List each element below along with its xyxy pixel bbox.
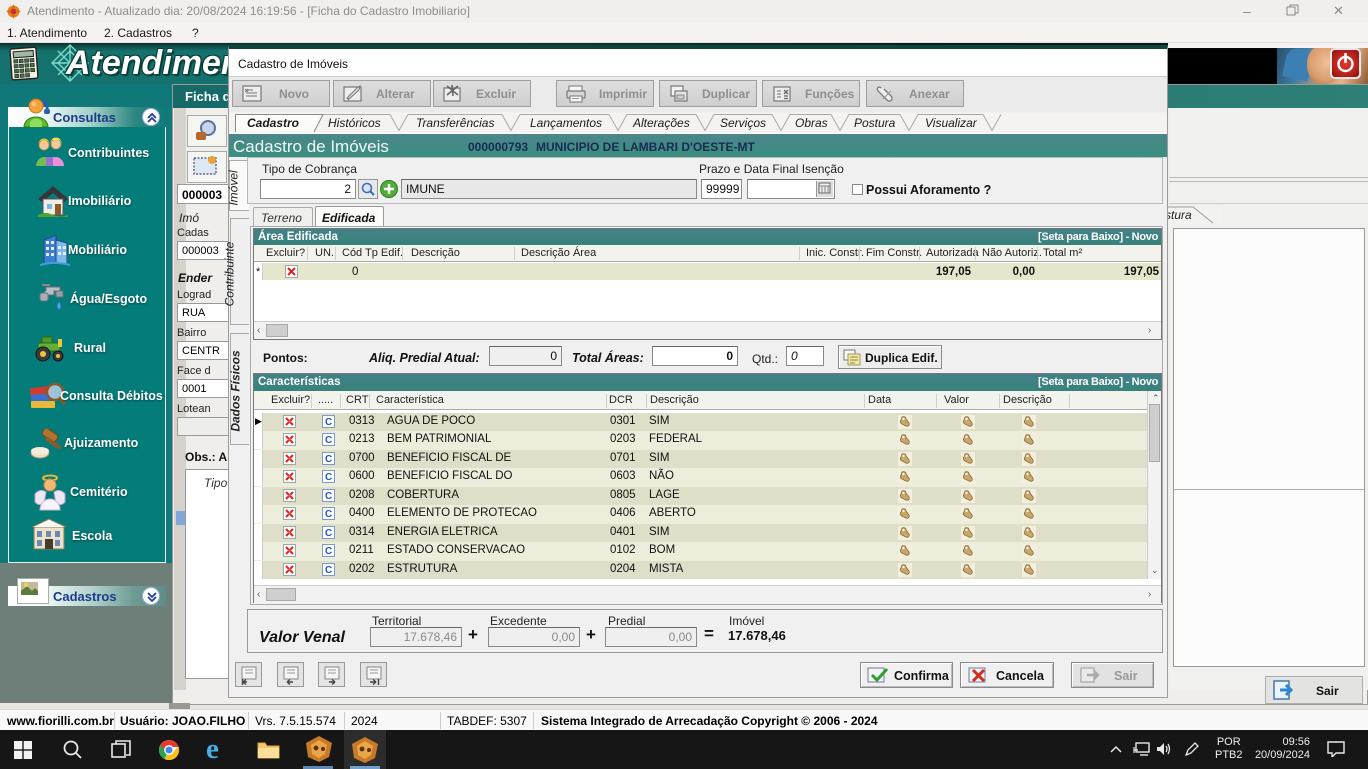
svg-text:C: C <box>325 435 332 446</box>
svg-text:Cadastro: Cadastro <box>247 116 299 130</box>
svg-text:Postura: Postura <box>854 116 896 130</box>
svg-text:C: C <box>325 546 332 557</box>
svg-text:C: C <box>325 454 332 465</box>
svg-text:C: C <box>325 491 332 502</box>
svg-text:C: C <box>325 417 332 428</box>
svg-text:C: C <box>325 509 332 520</box>
svg-text:Obras: Obras <box>795 116 828 130</box>
svg-text:Serviços: Serviços <box>720 116 766 130</box>
svg-text:Visualizar: Visualizar <box>925 116 978 130</box>
svg-text:C: C <box>325 472 332 483</box>
svg-text:Transferências: Transferências <box>416 116 494 130</box>
svg-text:Alterações: Alterações <box>632 116 690 130</box>
svg-text:Históricos: Históricos <box>328 116 381 130</box>
svg-text:Lançamentos: Lançamentos <box>530 116 602 130</box>
svg-text:C: C <box>325 528 332 539</box>
svg-text:C: C <box>325 565 332 576</box>
